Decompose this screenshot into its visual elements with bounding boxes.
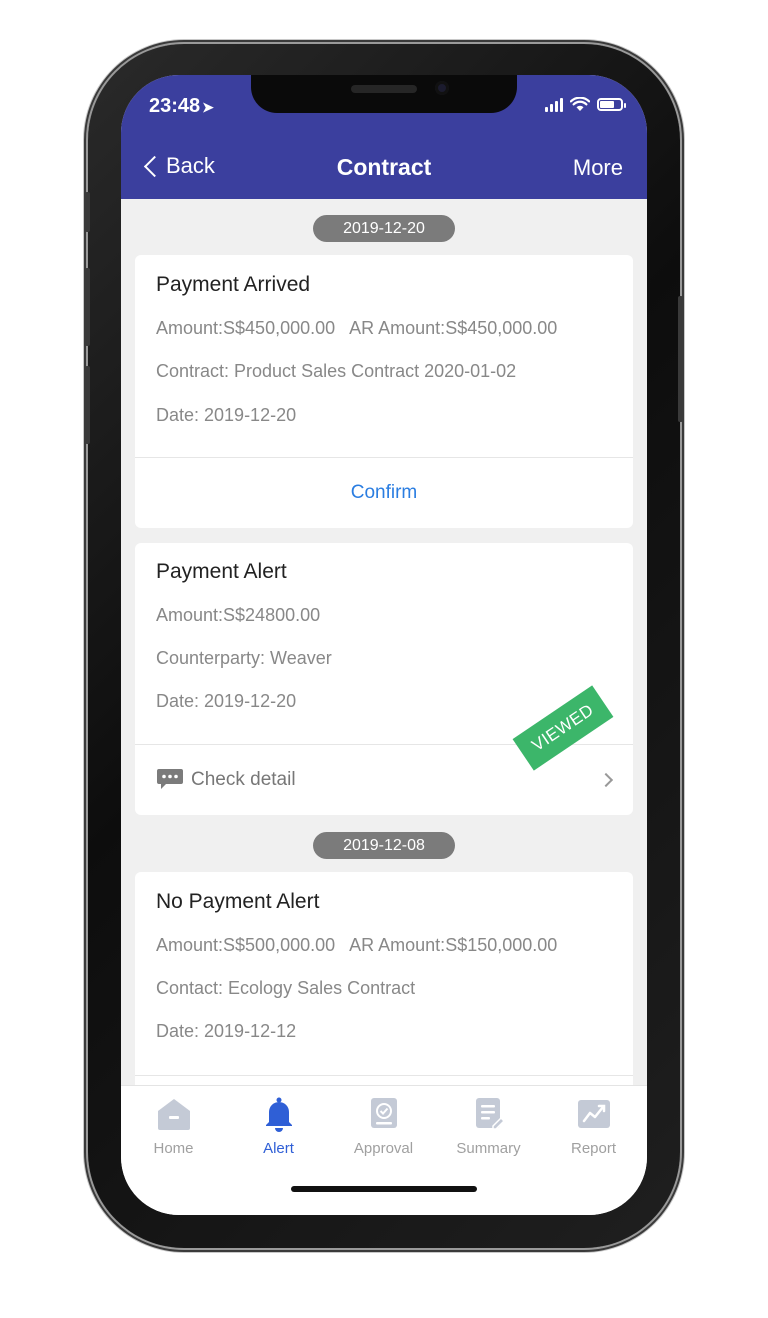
date-separator: 2019-12-20 [313,215,455,242]
volume-up-button [85,268,90,346]
tab-label: Alert [263,1140,294,1157]
bell-icon [265,1097,292,1132]
amount-value: Amount:S$24800.00 [156,605,321,625]
tab-report[interactable]: Report [541,1096,646,1157]
power-button [678,296,683,422]
card-amount-line: Amount:S$500,000.00 AR Amount:S$150,000.0… [156,935,557,956]
tab-label: Approval [353,1140,414,1157]
wifi-icon [570,97,590,111]
page-title: Contract [336,154,432,180]
check-detail-label: Check detail [191,769,296,790]
device-notch [251,75,517,113]
card-title: Payment Alert [156,560,287,583]
status-time-text: 23:48 [149,95,201,117]
alert-list[interactable]: 2019-12-20 Payment Arrived Amount:S$450,… [121,199,647,1085]
date-line: Date: 2019-12-20 [156,691,297,711]
tab-label: Summary [456,1140,521,1157]
phone-screen: 23:48 ➤ Back Contract More 2019-12-20 Pa… [121,75,647,1215]
earpiece-speaker [351,85,417,93]
counterparty-line: Counterparty: Weaver [156,648,332,668]
amount-value: Amount:S$500,000.00 [156,935,336,955]
date-line: Date: 2019-12-12 [156,1021,297,1041]
tab-label: Home [153,1140,194,1157]
home-icon [157,1099,190,1130]
battery-icon [597,98,626,111]
status-time: 23:48 ➤ [149,95,214,118]
ar-amount-value: AR Amount:S$150,000.00 [349,935,558,955]
card-amount-line: Amount:S$450,000.00 AR Amount:S$450,000.0… [156,318,557,339]
bottom-tab-bar: Home Alert Approval Summary Report [121,1085,647,1215]
location-arrow-icon: ➤ [202,99,214,115]
more-button[interactable]: More [573,155,623,181]
payment-arrived-card: Payment Arrived Amount:S$450,000.00 AR Am… [135,255,633,528]
no-payment-alert-card: No Payment Alert Amount:S$500,000.00 AR A… [135,872,633,1085]
home-indicator [291,1186,477,1192]
contract-line: Contract: Product Sales Contract 2020-01… [156,361,517,381]
date-line: Date: 2019-12-20 [156,405,297,425]
volume-down-button [85,366,90,444]
tab-approval[interactable]: Approval [331,1096,436,1157]
tab-home[interactable]: Home [121,1096,226,1157]
card-title: No Payment Alert [156,890,320,913]
date-separator: 2019-12-08 [313,832,455,859]
front-camera [435,81,449,95]
card-divider [135,1075,633,1076]
contact-line: Contact: Ecology Sales Contract [156,978,416,998]
chevron-right-icon [598,772,614,788]
check-detail-row[interactable]: Check detail [135,745,633,815]
card-title: Payment Arrived [156,273,311,296]
mute-switch [85,192,90,232]
ar-amount-value: AR Amount:S$450,000.00 [349,318,558,338]
status-icons [545,97,626,112]
payment-alert-card: Payment Alert Amount:S$24800.00 Counterp… [135,543,633,815]
summary-icon [475,1098,505,1130]
card-divider [135,457,633,458]
confirm-button[interactable]: Confirm [135,482,633,504]
tab-alert[interactable]: Alert [226,1096,331,1157]
cellular-signal-icon [545,97,563,112]
amount-value: Amount:S$450,000.00 [156,318,336,338]
report-icon [577,1100,610,1128]
message-icon [157,769,183,789]
approval-icon [370,1098,397,1128]
tab-summary[interactable]: Summary [436,1096,541,1157]
tab-label: Report [570,1140,617,1157]
